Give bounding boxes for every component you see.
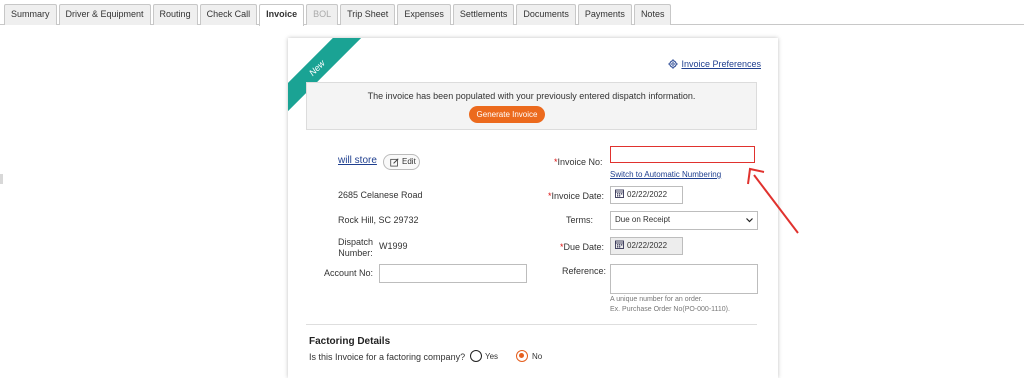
reference-input[interactable] [610, 264, 758, 294]
invoice-no-label: *Invoice No: [554, 157, 603, 167]
due-date-label: *Due Date: [560, 242, 604, 252]
section-divider [306, 324, 757, 325]
tab-expenses[interactable]: Expenses [397, 4, 451, 25]
factoring-yes-radio[interactable] [470, 350, 482, 362]
tab-documents[interactable]: Documents [516, 4, 576, 25]
factoring-no-label: No [532, 352, 543, 361]
invoice-no-input[interactable] [610, 146, 755, 163]
factoring-details-title: Factoring Details [309, 336, 391, 347]
address-line-1: 2685 Celanese Road [338, 190, 423, 200]
tab-notes[interactable]: Notes [633, 4, 672, 25]
generate-invoice-button[interactable]: Generate Invoice [469, 106, 545, 123]
terms-label: Terms: [566, 215, 593, 225]
calendar-icon [615, 240, 624, 249]
due-date-label-text: Due Date: [563, 242, 605, 252]
tab-summary[interactable]: Summary [4, 4, 57, 25]
address-line-2: Rock Hill, SC 29732 [338, 215, 419, 225]
edit-customer-button[interactable]: Edit [383, 154, 420, 170]
banner-text: The invoice has been populated with your… [367, 91, 696, 101]
reference-hint-1: A unique number for an order. [610, 296, 703, 303]
dispatch-number-value: W1999 [379, 241, 408, 251]
tab-bol[interactable]: BOL [306, 4, 339, 25]
tab-invoice[interactable]: Invoice [259, 4, 305, 26]
edit-label: Edit [402, 157, 416, 166]
terms-select[interactable]: Due on Receipt [610, 211, 758, 230]
invoice-date-input[interactable]: 02/22/2022 [610, 186, 683, 204]
invoice-date-value: 02/22/2022 [627, 190, 668, 199]
invoice-preferences-label: Invoice Preferences [681, 59, 761, 69]
tab-routing[interactable]: Routing [152, 4, 198, 25]
dispatch-number-label: Dispatch Number: [337, 237, 374, 259]
invoice-date-label-text: Invoice Date: [551, 191, 605, 201]
invoice-card: New Invoice Preferences The invoice has … [288, 38, 778, 378]
invoice-no-label-text: Invoice No: [557, 157, 603, 167]
account-no-label: Account No: [324, 268, 374, 278]
due-date-input: 02/22/2022 [610, 237, 683, 255]
customer-name-link[interactable]: will store [338, 155, 377, 166]
factoring-no-radio[interactable] [516, 350, 528, 362]
tab-bar: Summary Driver & Equipment Routing Check… [0, 0, 1024, 26]
edit-icon [390, 158, 399, 167]
sidebar-collapse-handle[interactable] [0, 174, 3, 184]
annotation-arrow-icon [747, 167, 799, 234]
tab-driver-equipment[interactable]: Driver & Equipment [58, 4, 151, 25]
invoice-date-label: *Invoice Date: [548, 191, 604, 201]
switch-automatic-numbering-link[interactable]: Switch to Automatic Numbering [610, 170, 721, 179]
invoice-preferences-link[interactable]: Invoice Preferences [668, 59, 761, 69]
populated-banner: The invoice has been populated with your… [306, 82, 757, 130]
dispatch-label-line-1: Dispatch [337, 237, 373, 247]
tab-trip-sheet[interactable]: Trip Sheet [340, 4, 396, 25]
terms-value: Due on Receipt [615, 215, 671, 224]
reference-label: Reference: [562, 266, 607, 276]
gear-icon [668, 59, 679, 69]
due-date-value: 02/22/2022 [627, 241, 668, 250]
tabs: Summary Driver & Equipment Routing Check… [4, 4, 672, 26]
tab-settlements[interactable]: Settlements [452, 4, 515, 25]
factoring-question: Is this Invoice for a factoring company? [309, 352, 466, 362]
tab-check-call[interactable]: Check Call [199, 4, 258, 25]
factoring-yes-label: Yes [485, 352, 499, 361]
tab-payments[interactable]: Payments [577, 4, 632, 25]
account-no-input[interactable] [379, 264, 527, 283]
dispatch-label-line-2: Number: [338, 248, 373, 258]
calendar-icon [615, 189, 624, 198]
reference-hint-2: Ex. Purchase Order No(PO-000-1110). [610, 306, 730, 313]
